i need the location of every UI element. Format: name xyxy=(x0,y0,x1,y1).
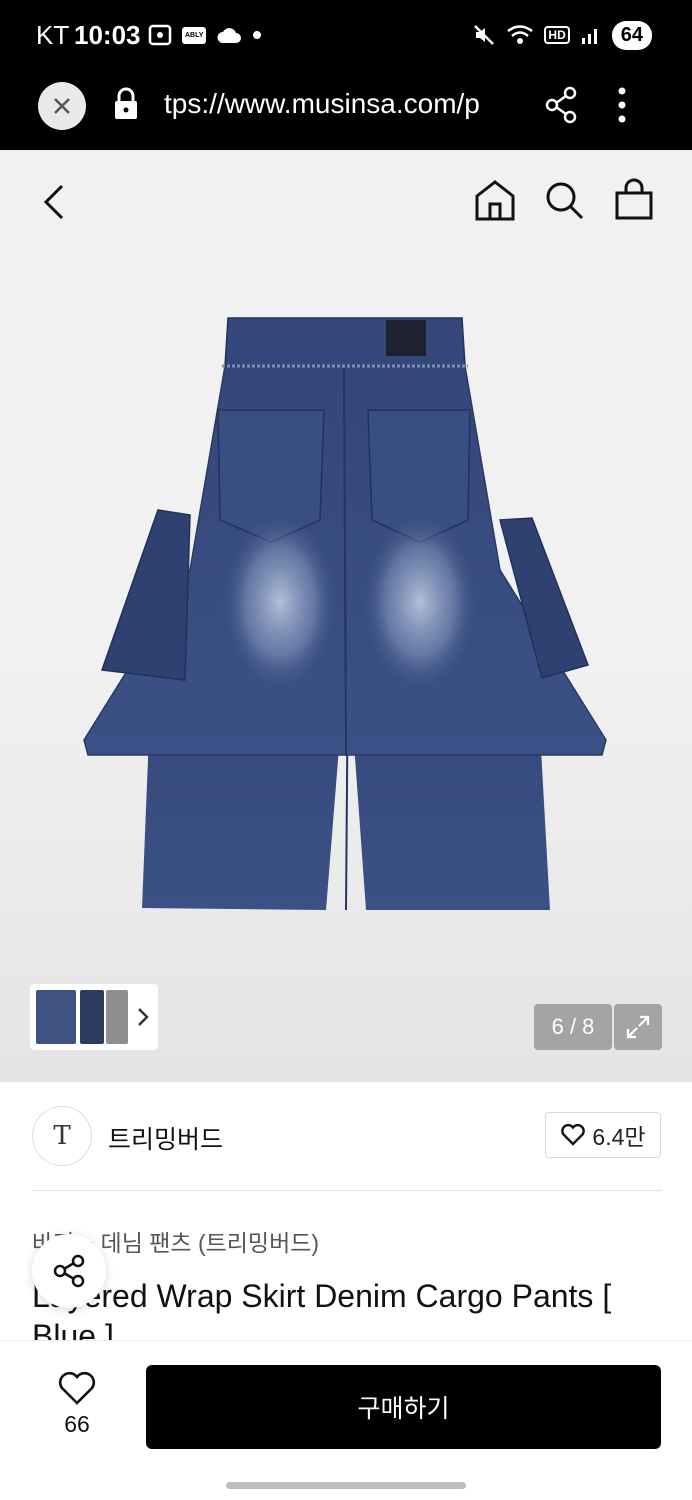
cloud-icon xyxy=(217,28,242,43)
product-title: Layered Wrap Skirt Denim Cargo Pants [ B… xyxy=(32,1278,612,1340)
brand-logo[interactable]: T xyxy=(32,1106,92,1166)
thumbnail-1[interactable] xyxy=(36,990,76,1044)
wifi-icon xyxy=(507,25,534,44)
mute-icon xyxy=(474,25,495,45)
wishlist-button[interactable]: 66 xyxy=(48,1371,106,1438)
battery-indicator: 64 xyxy=(611,20,652,50)
clock: 10:03 xyxy=(74,20,141,50)
heart-icon xyxy=(561,1123,586,1146)
product-photo xyxy=(83,317,607,911)
status-bar: KT 10:03 ABLY HD 64 xyxy=(0,0,692,70)
ably-app-icon: ABLY xyxy=(182,26,207,44)
carrier-label: KT xyxy=(36,20,70,50)
thumbnail-2[interactable] xyxy=(80,990,104,1044)
thumbnail-3[interactable] xyxy=(106,990,128,1044)
signal-icon xyxy=(581,29,597,44)
url-text[interactable]: tps://www.musinsa.com/p xyxy=(164,88,516,120)
divider xyxy=(32,1190,662,1191)
chevron-right-icon[interactable] xyxy=(136,1006,150,1028)
brand-like-button[interactable]: 6.4만 xyxy=(545,1112,661,1158)
share-icon xyxy=(53,1254,85,1288)
share-icon[interactable] xyxy=(544,86,578,124)
thumbnail-strip[interactable] xyxy=(30,984,158,1050)
heart-icon xyxy=(58,1371,96,1405)
expand-button[interactable] xyxy=(614,1004,662,1050)
home-icon[interactable] xyxy=(472,178,518,222)
buy-button[interactable]: 구매하기 xyxy=(146,1365,661,1449)
product-gallery[interactable]: 6 / 8 xyxy=(0,150,692,1082)
brand-like-count: 6.4만 xyxy=(592,1124,646,1150)
lock-icon xyxy=(115,87,137,119)
search-icon[interactable] xyxy=(542,178,586,222)
screenshot-icon xyxy=(148,24,172,46)
wishlist-count: 66 xyxy=(64,1411,90,1437)
floating-share-button[interactable] xyxy=(32,1234,106,1308)
home-indicator-pill[interactable] xyxy=(226,1482,466,1489)
close-tab-button[interactable] xyxy=(38,82,86,130)
brand-row[interactable]: T 트리밍버드 6.4만 xyxy=(0,1082,692,1190)
brand-name[interactable]: 트리밍버드 xyxy=(108,1120,223,1156)
home-indicator xyxy=(0,1470,692,1500)
notification-icons: ABLY xyxy=(148,22,262,48)
image-counter: 6 / 8 xyxy=(534,1004,612,1050)
hd-icon: HD xyxy=(544,26,570,44)
purchase-bar: 66 구매하기 xyxy=(0,1340,692,1470)
close-icon xyxy=(54,98,70,114)
system-icons: HD 64 xyxy=(472,20,652,50)
more-menu-icon[interactable] xyxy=(616,86,628,124)
dot-icon xyxy=(253,31,262,39)
expand-icon xyxy=(626,1015,650,1039)
shopping-bag-icon[interactable] xyxy=(612,178,656,222)
browser-url-bar: tps://www.musinsa.com/p xyxy=(0,70,692,150)
back-arrow-icon[interactable] xyxy=(36,180,76,224)
